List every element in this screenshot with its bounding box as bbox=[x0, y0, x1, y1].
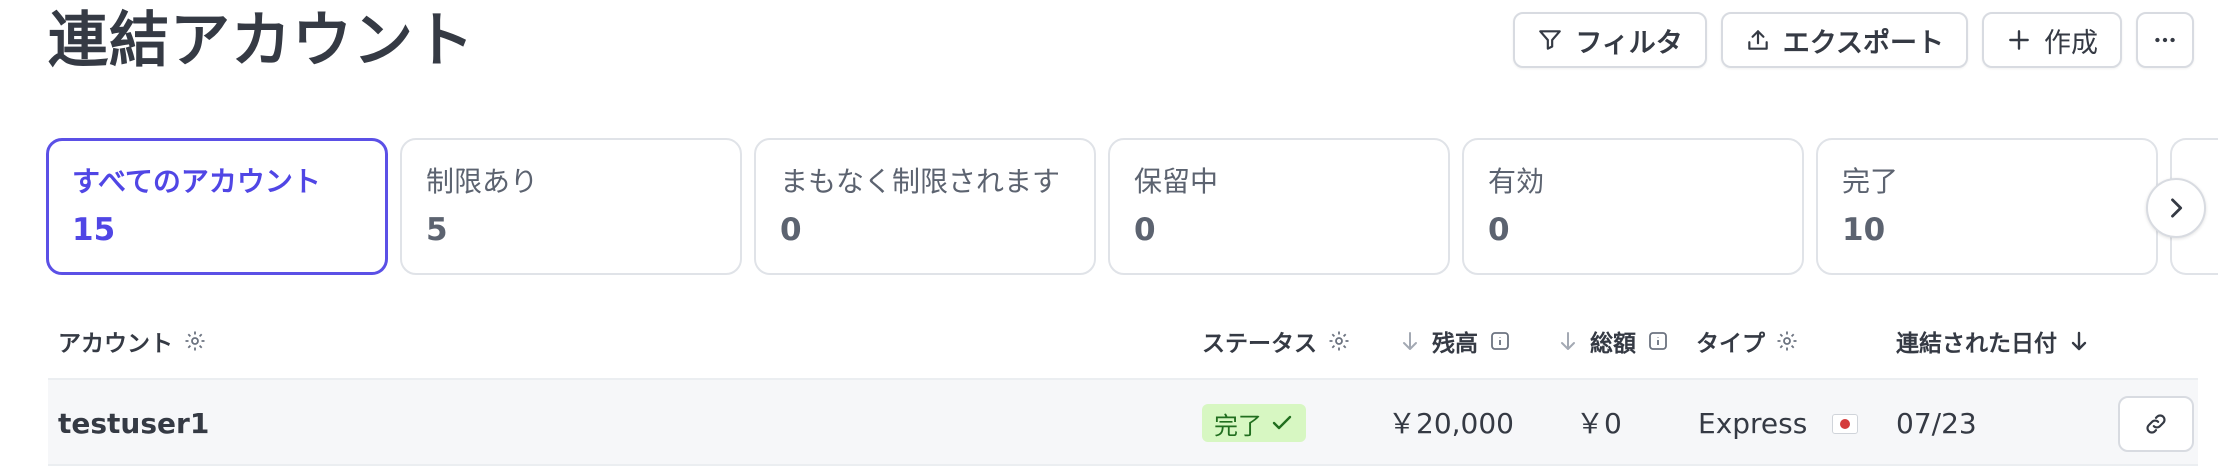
export-icon bbox=[1748, 30, 1768, 50]
filter-card-count: 0 bbox=[1134, 212, 1156, 248]
sort-arrow-down-icon bbox=[2071, 331, 2087, 351]
export-button[interactable]: エクスポート bbox=[1720, 12, 1968, 68]
filter-card-all[interactable]: すべてのアカウント 15 bbox=[46, 138, 388, 275]
copy-link-button[interactable] bbox=[2118, 396, 2194, 452]
filter-card-label: 完了 bbox=[1842, 165, 1899, 198]
gear-icon[interactable] bbox=[1775, 329, 1799, 353]
filter-card-restricted[interactable]: 制限あり 5 bbox=[400, 138, 742, 275]
check-icon bbox=[1272, 415, 1292, 430]
column-header-linked-date[interactable]: 連結された日付 bbox=[1896, 324, 2091, 358]
filter-card-count: 0 bbox=[1488, 212, 1510, 248]
balance-value: ￥20,000 bbox=[1388, 407, 1514, 440]
filter-card-count: 15 bbox=[72, 212, 116, 248]
column-header-type[interactable]: タイプ bbox=[1696, 324, 1799, 358]
filter-card-label: すべてのアカウント bbox=[72, 165, 321, 198]
total-value: ￥0 bbox=[1576, 407, 1622, 440]
create-button[interactable]: 作成 bbox=[1982, 12, 2122, 68]
column-header-status[interactable]: ステータス bbox=[1202, 324, 1351, 358]
filter-card-count: 10 bbox=[1842, 212, 1886, 248]
japan-flag-icon bbox=[1832, 414, 1858, 434]
filter-card-pending[interactable]: 保留中 0 bbox=[1108, 138, 1450, 275]
arrow-down-icon bbox=[1403, 332, 1417, 350]
column-header-account[interactable]: アカウント bbox=[58, 324, 207, 358]
more-button[interactable] bbox=[2136, 12, 2194, 68]
page-title: 連結アカウント bbox=[48, 6, 475, 76]
gear-icon[interactable] bbox=[183, 329, 207, 353]
header-actions: フィルタ エクスポート 作成 bbox=[1513, 12, 2194, 68]
column-header-total[interactable]: 総額 bbox=[1556, 324, 1670, 358]
filter-card-enabled[interactable]: 有効 0 bbox=[1462, 138, 1804, 275]
export-button-label: エクスポート bbox=[1782, 27, 1944, 58]
gear-icon[interactable] bbox=[1327, 329, 1351, 353]
plus-icon bbox=[2009, 30, 2029, 50]
linked-date-value: 07/23 bbox=[1896, 407, 1977, 440]
type-value: Express bbox=[1698, 407, 1808, 440]
filter-card-label: まもなく制限されます bbox=[780, 165, 1061, 198]
filter-button-label: フィルタ bbox=[1575, 27, 1683, 58]
column-header-balance[interactable]: 残高 bbox=[1398, 324, 1512, 358]
arrow-down-icon bbox=[1561, 332, 1575, 350]
info-icon[interactable] bbox=[1488, 329, 1512, 353]
filter-card-label: 制限あり bbox=[426, 165, 539, 198]
info-icon[interactable] bbox=[1646, 329, 1670, 353]
filter-card-label: 保留中 bbox=[1134, 165, 1219, 198]
link-icon bbox=[2146, 414, 2166, 434]
filter-button[interactable]: フィルタ bbox=[1513, 12, 1707, 68]
table-row[interactable]: testuser1 完了 ￥20,000 ￥0 Express 07/23 bbox=[48, 378, 2198, 466]
chevron-right-icon bbox=[2171, 198, 2183, 218]
filter-card-count: 0 bbox=[780, 212, 802, 248]
create-button-label: 作成 bbox=[2044, 27, 2098, 58]
status-filter-cards: すべてのアカウント 15 制限あり 5 まもなく制限されます 0 保留中 0 有… bbox=[46, 138, 2218, 275]
filter-card-complete[interactable]: 完了 10 bbox=[1816, 138, 2158, 275]
filter-card-restricted-soon[interactable]: まもなく制限されます 0 bbox=[754, 138, 1096, 275]
filter-card-count: 5 bbox=[426, 212, 448, 248]
filter-card-label: 有効 bbox=[1488, 165, 1545, 198]
status-badge: 完了 bbox=[1202, 404, 1306, 442]
connected-accounts-page: 連結アカウント フィルタ エクスポート 作成 すべてのアカウント 15 制限あり… bbox=[0, 0, 2218, 474]
account-name[interactable]: testuser1 bbox=[58, 406, 209, 442]
more-horizontal-icon bbox=[2155, 37, 2175, 43]
table-header: アカウント ステータス 残高 総額 タイプ 連結された日付 bbox=[48, 310, 2198, 370]
filter-icon bbox=[1539, 30, 1562, 50]
cards-scroll-next-button[interactable] bbox=[2146, 178, 2206, 238]
